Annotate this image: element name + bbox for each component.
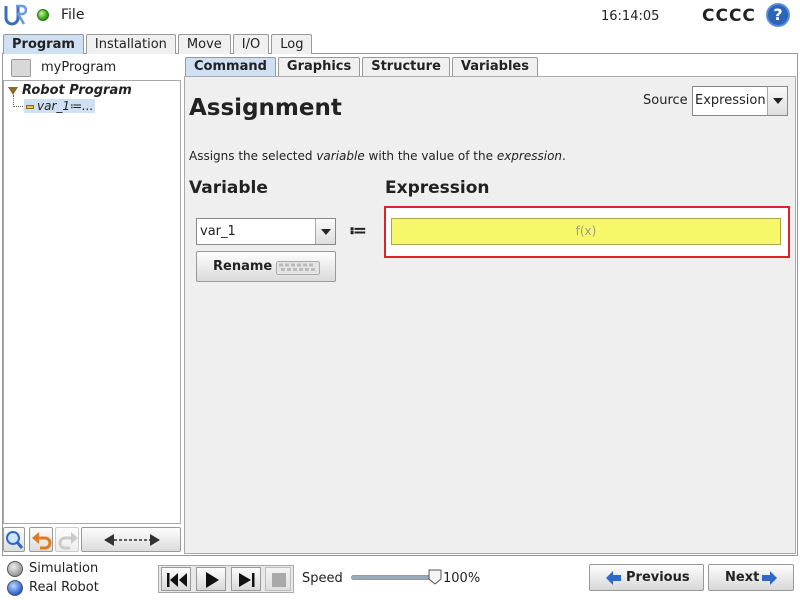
rename-label: Rename [213, 259, 273, 274]
assignment-node-icon [26, 104, 34, 109]
simulation-label: Simulation [29, 561, 99, 576]
speed-label: Speed [302, 571, 343, 586]
arrow-left-icon [606, 571, 621, 585]
program-file-icon [11, 59, 31, 77]
source-dropdown[interactable]: Expression [692, 86, 788, 116]
program-tree: Robot Program var_1≔... [3, 80, 181, 524]
next-label: Next [725, 570, 760, 585]
previous-button[interactable]: Previous [589, 564, 704, 591]
arrow-right-icon [762, 571, 777, 585]
desc-text: with the value of the [364, 149, 497, 163]
tree-toolbar [3, 527, 181, 553]
robot-name: CCCC [702, 6, 756, 26]
source-value: Expression [695, 93, 766, 108]
help-icon[interactable]: ? [766, 3, 790, 27]
move-node-button[interactable] [81, 527, 181, 552]
simulation-radio[interactable] [7, 561, 23, 577]
expression-field[interactable]: f(x) [391, 218, 781, 245]
description: Assigns the selected variable with the v… [189, 149, 566, 163]
status-dot-icon [37, 9, 49, 21]
tree-root[interactable]: Robot Program [8, 83, 132, 98]
undo-button[interactable] [29, 527, 53, 552]
expand-triangle-icon[interactable] [8, 86, 18, 95]
variable-value: var_1 [200, 224, 236, 239]
tab-installation[interactable]: Installation [85, 34, 176, 54]
tab-variables[interactable]: Variables [451, 57, 538, 76]
tab-structure[interactable]: Structure [362, 57, 450, 76]
rewind-icon [167, 573, 187, 587]
stop-button[interactable] [265, 567, 291, 591]
redo-icon [58, 532, 78, 550]
real-robot-label: Real Robot [29, 580, 99, 595]
top-bar: File 16:14:05 CCCC ? [0, 0, 800, 32]
step-icon [239, 573, 255, 587]
speed-slider-fill [352, 576, 438, 579]
tree-connector [13, 95, 23, 107]
clock: 16:14:05 [601, 9, 660, 24]
playback-controls [158, 565, 294, 593]
speed-slider[interactable] [351, 575, 439, 580]
move-arrows-icon [104, 534, 160, 546]
expression-placeholder: f(x) [575, 224, 597, 238]
desc-text: . [562, 149, 566, 163]
previous-label: Previous [626, 570, 690, 585]
desc-expression: expression [496, 149, 563, 163]
main-tabs: Program Installation Move I/O Log [3, 34, 314, 54]
search-icon [6, 531, 24, 549]
chevron-down-icon[interactable] [315, 219, 335, 244]
speed-value: 100% [443, 571, 481, 586]
tab-program[interactable]: Program [3, 34, 84, 54]
tab-io[interactable]: I/O [232, 34, 270, 54]
tab-log[interactable]: Log [271, 34, 313, 54]
program-header: myProgram [3, 57, 181, 79]
chevron-down-icon[interactable] [767, 87, 787, 115]
undo-icon [32, 532, 52, 550]
variable-heading: Variable [189, 178, 268, 198]
real-robot-radio[interactable] [7, 580, 23, 596]
rename-button[interactable]: Rename [196, 251, 336, 282]
page-title: Assignment [189, 95, 342, 121]
step-button[interactable] [231, 567, 261, 591]
desc-variable: variable [316, 149, 365, 163]
play-icon [206, 572, 219, 588]
play-button[interactable] [196, 567, 226, 591]
desc-text: Assigns the selected [189, 149, 317, 163]
tree-root-label: Robot Program [22, 83, 132, 98]
sub-tabs: Command Graphics Structure Variables [185, 57, 540, 76]
tab-graphics[interactable]: Graphics [277, 57, 361, 76]
expression-heading: Expression [385, 178, 490, 198]
tree-node-assignment[interactable]: var_1≔... [24, 99, 96, 113]
variable-dropdown[interactable]: var_1 [196, 218, 336, 245]
speed-slider-thumb[interactable] [427, 569, 443, 585]
file-menu[interactable]: File [61, 7, 84, 23]
program-name: myProgram [41, 60, 117, 75]
rewind-button[interactable] [161, 567, 191, 591]
source-label: Source [643, 93, 688, 108]
redo-button[interactable] [55, 527, 79, 552]
ur-logo-icon [4, 4, 27, 26]
next-button[interactable]: Next [708, 564, 794, 591]
tab-move[interactable]: Move [177, 34, 231, 54]
tab-command[interactable]: Command [185, 57, 276, 76]
command-panel [184, 76, 796, 554]
stop-icon [272, 573, 286, 587]
tree-node-label: var_1≔... [37, 99, 94, 113]
keyboard-icon [276, 261, 320, 275]
assign-operator: ≔ [349, 221, 368, 241]
search-button[interactable] [3, 527, 25, 552]
